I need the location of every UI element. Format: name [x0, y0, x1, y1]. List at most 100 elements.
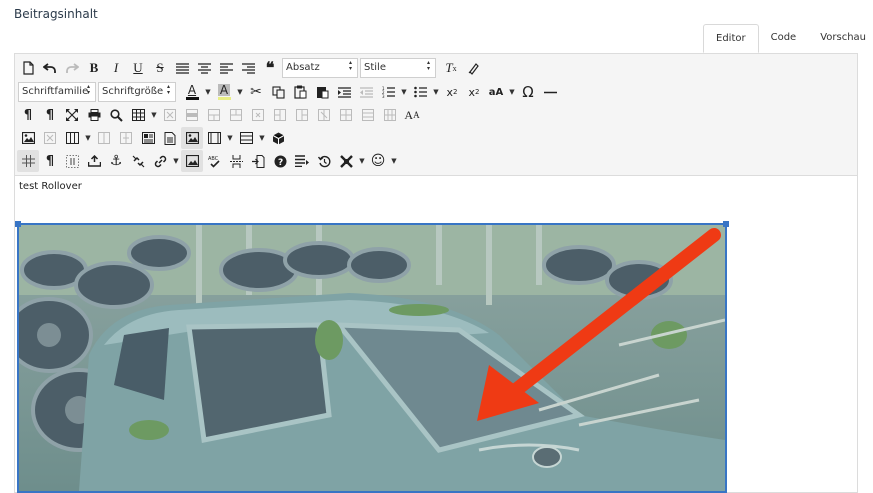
- table-insert-col-before-icon[interactable]: [269, 104, 291, 126]
- ltr-direction-icon[interactable]: ¶: [17, 104, 39, 126]
- emoticons-icon[interactable]: ☺: [367, 150, 389, 172]
- columns-dropdown[interactable]: ▼: [83, 134, 93, 142]
- help-icon[interactable]: ?: [269, 150, 291, 172]
- cut-icon[interactable]: ✂: [245, 81, 267, 103]
- link-icon[interactable]: [149, 150, 171, 172]
- insert-image-icon[interactable]: [17, 127, 39, 149]
- selected-image[interactable]: [17, 223, 727, 493]
- redo-icon[interactable]: [61, 57, 83, 79]
- table-row-props-icon[interactable]: [181, 104, 203, 126]
- upload-icon[interactable]: [83, 150, 105, 172]
- superscript-icon[interactable]: x2: [463, 81, 485, 103]
- numbered-list-icon[interactable]: 123: [377, 81, 399, 103]
- tab-preview[interactable]: Vorschau: [808, 24, 873, 53]
- font-case-icon[interactable]: aA: [485, 81, 507, 103]
- table-icon[interactable]: [127, 104, 149, 126]
- show-invisibles-icon[interactable]: [61, 150, 83, 172]
- align-justify-icon[interactable]: [171, 57, 193, 79]
- editor-content-area[interactable]: test Rollover: [15, 175, 857, 493]
- page-icon[interactable]: [159, 127, 181, 149]
- svg-text:?: ?: [278, 158, 283, 168]
- background-color-icon[interactable]: A: [213, 81, 235, 103]
- font-family-select[interactable]: Schriftfamilie: [18, 82, 96, 102]
- joomla-icon[interactable]: [335, 150, 357, 172]
- media-icon[interactable]: [203, 127, 225, 149]
- align-left-icon[interactable]: [215, 57, 237, 79]
- fullscreen-icon[interactable]: [61, 104, 83, 126]
- strikethrough-icon[interactable]: S: [149, 57, 171, 79]
- font-case-dropdown[interactable]: ▼: [507, 88, 517, 96]
- visual-aid-icon[interactable]: [17, 150, 39, 172]
- insert-template-icon[interactable]: [137, 127, 159, 149]
- columns-icon[interactable]: [61, 127, 83, 149]
- format-painter-icon[interactable]: [462, 57, 484, 79]
- table-delete-col-icon[interactable]: [313, 104, 335, 126]
- clear-formatting-icon[interactable]: Tx: [440, 57, 462, 79]
- media-dropdown[interactable]: ▼: [225, 134, 235, 142]
- table-insert-row-before-icon[interactable]: [203, 104, 225, 126]
- show-blocks-icon[interactable]: ¶: [39, 150, 61, 172]
- column-after-icon[interactable]: [115, 127, 137, 149]
- underline-icon[interactable]: U: [127, 57, 149, 79]
- indent-icon[interactable]: [333, 81, 355, 103]
- module-dropdown[interactable]: ▼: [257, 134, 267, 142]
- undo-icon[interactable]: [39, 57, 61, 79]
- table-split-cells-icon[interactable]: [379, 104, 401, 126]
- table-insert-row-after-icon[interactable]: [225, 104, 247, 126]
- table-insert-col-after-icon[interactable]: [291, 104, 313, 126]
- unlink-icon[interactable]: [127, 150, 149, 172]
- outdent-icon[interactable]: [355, 81, 377, 103]
- insert-file-icon[interactable]: [247, 150, 269, 172]
- readmore-icon[interactable]: [291, 150, 313, 172]
- text-color-icon[interactable]: A: [181, 81, 203, 103]
- image-properties-icon[interactable]: [181, 127, 203, 149]
- resize-handle-top-right[interactable]: [723, 221, 729, 227]
- rtl-direction-icon[interactable]: ¶: [39, 104, 61, 126]
- remove-image-icon[interactable]: [39, 127, 61, 149]
- tab-code[interactable]: Code: [759, 24, 809, 53]
- print-icon[interactable]: [83, 104, 105, 126]
- module-icon[interactable]: [235, 127, 257, 149]
- format-select[interactable]: Absatz: [282, 58, 358, 78]
- link-dropdown[interactable]: ▼: [171, 157, 181, 165]
- cms-content-icon[interactable]: [267, 127, 289, 149]
- content-paragraph[interactable]: test Rollover: [19, 181, 82, 192]
- table-delete-icon[interactable]: [159, 104, 181, 126]
- anchor-icon[interactable]: ⚓: [105, 150, 127, 172]
- numbered-list-dropdown[interactable]: ▼: [399, 88, 409, 96]
- table-cell-props-icon[interactable]: [335, 104, 357, 126]
- background-color-dropdown[interactable]: ▼: [235, 88, 245, 96]
- spellcheck-icon[interactable]: ABC: [203, 150, 225, 172]
- paste-icon[interactable]: [289, 81, 311, 103]
- new-document-icon[interactable]: [17, 57, 39, 79]
- joomla-dropdown[interactable]: ▼: [357, 157, 367, 165]
- font-size-adjust-icon[interactable]: AA: [401, 104, 423, 126]
- bullet-list-dropdown[interactable]: ▼: [431, 88, 441, 96]
- text-color-dropdown[interactable]: ▼: [203, 88, 213, 96]
- restore-icon[interactable]: [313, 150, 335, 172]
- italic-icon[interactable]: I: [105, 57, 127, 79]
- subscript-icon[interactable]: x2: [441, 81, 463, 103]
- image-icon[interactable]: [181, 150, 203, 172]
- page-break-icon[interactable]: [225, 150, 247, 172]
- align-right-icon[interactable]: [237, 57, 259, 79]
- styles-select[interactable]: Stile: [360, 58, 436, 78]
- special-character-icon[interactable]: Ω: [517, 81, 539, 103]
- bold-icon[interactable]: B: [83, 57, 105, 79]
- copy-icon[interactable]: [267, 81, 289, 103]
- tab-editor[interactable]: Editor: [703, 24, 759, 53]
- table-merge-cells-icon[interactable]: [357, 104, 379, 126]
- paste-text-icon[interactable]: [311, 81, 333, 103]
- table-delete-row-icon[interactable]: [247, 104, 269, 126]
- horizontal-line-icon[interactable]: [539, 81, 561, 103]
- resize-handle-top-left[interactable]: [15, 221, 21, 227]
- column-before-icon[interactable]: [93, 127, 115, 149]
- align-center-icon[interactable]: [193, 57, 215, 79]
- toolbar-row-4: ▼ ▼ ▼: [17, 126, 289, 150]
- search-icon[interactable]: [105, 104, 127, 126]
- font-size-select[interactable]: Schriftgröße: [98, 82, 176, 102]
- emoticons-dropdown[interactable]: ▼: [389, 157, 399, 165]
- bullet-list-icon[interactable]: [409, 81, 431, 103]
- blockquote-icon[interactable]: ❝: [259, 57, 281, 79]
- table-dropdown[interactable]: ▼: [149, 111, 159, 119]
